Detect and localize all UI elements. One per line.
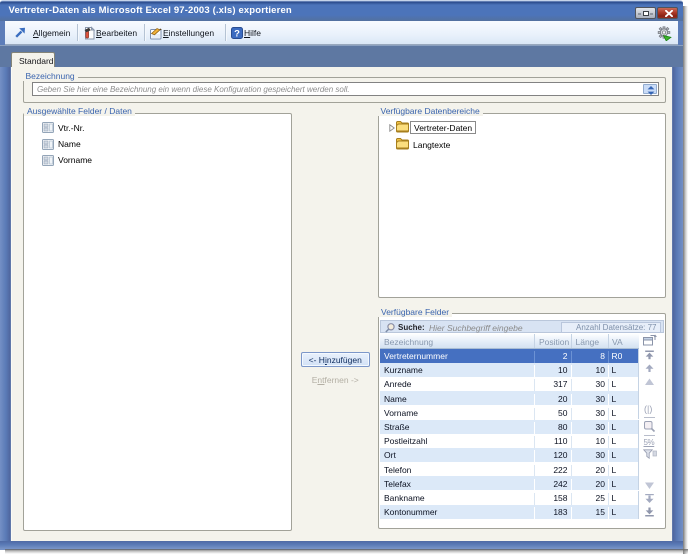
svg-text:?: ? (234, 28, 240, 39)
